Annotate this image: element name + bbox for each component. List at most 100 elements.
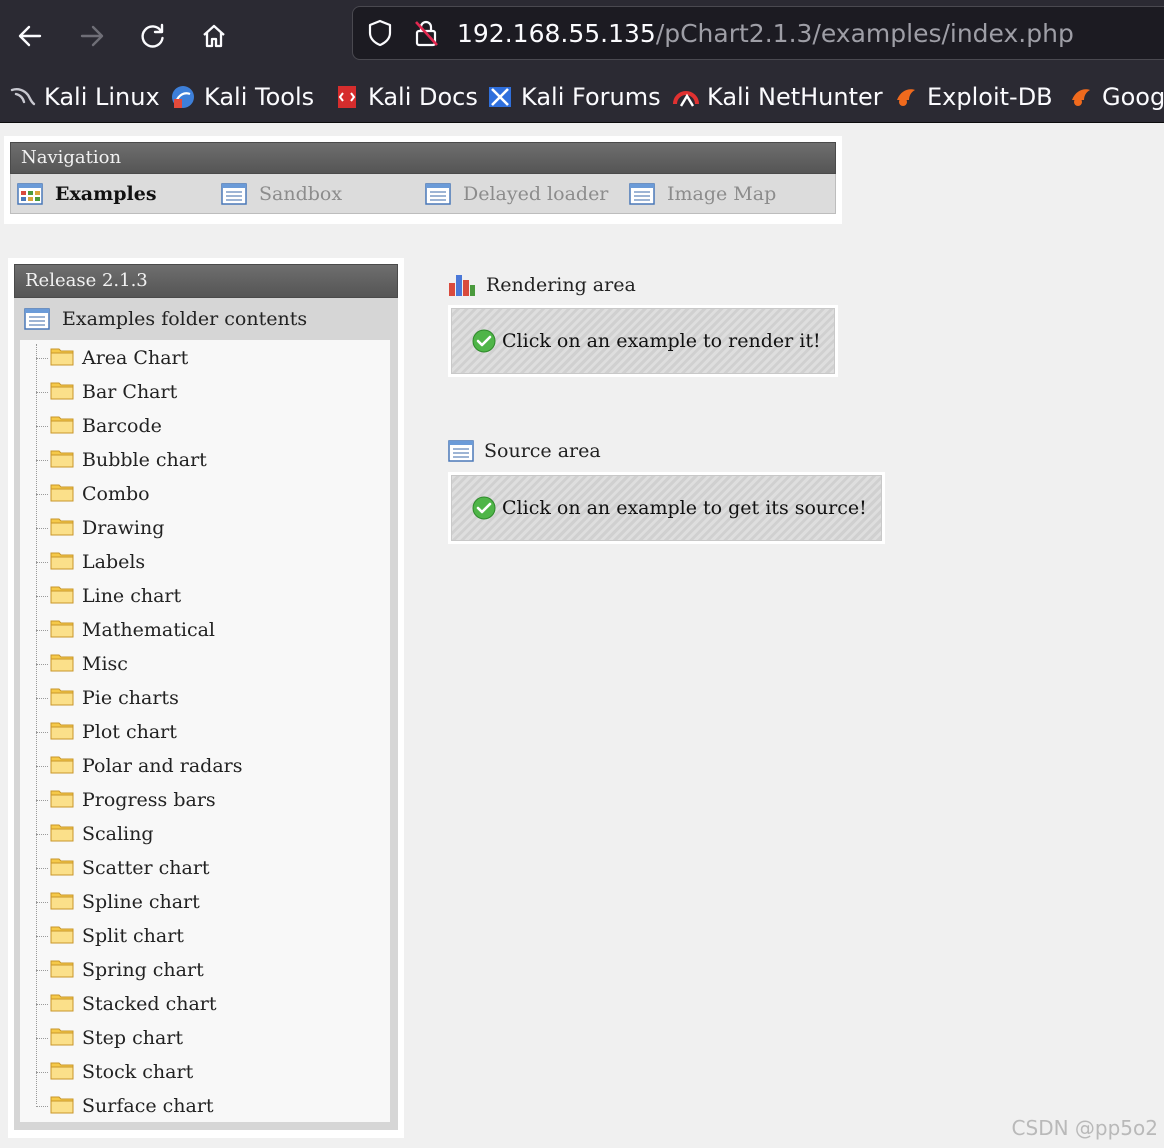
tree-item[interactable]: Split chart [36,919,376,953]
tree-item[interactable]: Drawing [36,511,376,545]
tracking-shield-icon[interactable] [367,19,393,47]
release-header: Release 2.1.3 [14,264,398,298]
bar-chart-icon [449,275,475,296]
back-button[interactable] [8,14,52,58]
tree-connector [36,799,48,801]
folder-icon [50,1094,74,1119]
tree-item[interactable]: Pie charts [36,681,376,715]
bookmark-kali-forums[interactable]: Kali Forums [487,80,661,114]
tree-connector [36,765,48,767]
url-host: 192.168.55.135 [457,19,656,48]
tree-connector [36,1071,48,1073]
folder-icon [50,618,74,643]
tree-item-label: Plot chart [82,721,177,743]
folder-icon [50,890,74,915]
tree-item-label: Step chart [82,1027,184,1049]
rendering-area: Click on an example to render it! [448,305,838,377]
bookmarks-toolbar: Kali Linux Kali Tools Kali Docs Kali For… [0,72,1164,123]
tree-item-label: Split chart [82,925,184,947]
tree-connector [36,731,48,733]
tree-connector [36,1037,48,1039]
tree-item[interactable]: Spring chart [36,953,376,987]
forward-button[interactable] [70,14,114,58]
folder-icon [50,924,74,949]
folder-icon [50,958,74,983]
bookmark-google-hacking-db[interactable]: Goog [1068,80,1164,114]
tree-connector [36,901,48,903]
tree-connector [36,527,48,529]
tree-connector [36,629,48,631]
nav-item-image-map[interactable]: Image Map [629,180,776,208]
reload-button[interactable] [131,14,175,58]
bookmark-kali-docs[interactable]: Kali Docs [334,80,478,114]
kali-forums-icon [489,87,511,107]
bookmark-kali-nethunter[interactable]: Kali NetHunter [673,80,883,114]
bookmark-label: Exploit-DB [927,83,1053,111]
folder-icon [50,720,74,745]
nav-item-sandbox[interactable]: Sandbox [221,180,342,208]
url-path: /pChart2.1.3/examples/index.php [655,19,1074,48]
navigation-menu: Examples Sandbox Delayed loader Image Ma… [10,174,836,214]
examples-grid-icon [17,183,43,205]
folder-icon [50,1026,74,1051]
folder-icon [50,584,74,609]
bookmark-exploit-db[interactable]: Exploit-DB [893,80,1053,114]
release-panel: Release 2.1.3 Examples folder contents A… [8,258,404,1138]
tree-connector [36,561,48,563]
folder-icon [50,380,74,405]
tree-item[interactable]: Stacked chart [36,987,376,1021]
tree-item[interactable]: Barcode [36,409,376,443]
bookmark-kali-linux[interactable]: Kali Linux [10,80,160,114]
address-bar[interactable]: 192.168.55.135/pChart2.1.3/examples/inde… [352,6,1164,60]
url-text[interactable]: 192.168.55.135/pChart2.1.3/examples/inde… [457,19,1074,48]
tree-connector [36,867,48,869]
home-icon [203,24,225,48]
list-window-icon [448,440,474,462]
tree-item-label: Spline chart [82,891,200,913]
tree-item-label: Labels [82,551,146,573]
tree-item[interactable]: Plot chart [36,715,376,749]
tree-item[interactable]: Scaling [36,817,376,851]
folder-icon [50,346,74,371]
tree-item[interactable]: Spline chart [36,885,376,919]
tree-connector [36,1105,48,1107]
bookmark-label: Kali NetHunter [707,83,883,111]
tree-item[interactable]: Surface chart [36,1089,376,1122]
examples-tree: Area Chart Bar Chart Barcode Bubble chart Co… [20,340,390,1122]
tree-item[interactable]: Polar and radars [36,749,376,783]
folder-icon [50,686,74,711]
tree-item-label: Stacked chart [82,993,217,1015]
tree-item[interactable]: Combo [36,477,376,511]
tree-item[interactable]: Scatter chart [36,851,376,885]
tree-item[interactable]: Bubble chart [36,443,376,477]
tree-item[interactable]: Bar Chart [36,375,376,409]
tree-item[interactable]: Line chart [36,579,376,613]
tree-item[interactable]: Mathematical [36,613,376,647]
tree-connector [36,493,48,495]
nav-item-delayed-loader[interactable]: Delayed loader [425,180,608,208]
bookmark-label: Goog [1102,83,1164,111]
kali-nethunter-icon [673,91,699,107]
rendering-area-hint: Click on an example to render it! [451,308,835,374]
tree-item-label: Pie charts [82,687,179,709]
back-arrow-icon [18,25,42,47]
home-button[interactable] [192,14,236,58]
tree-item[interactable]: Area Chart [36,341,376,375]
exploit-db-icon [897,89,915,106]
tree-item[interactable]: Step chart [36,1021,376,1055]
navigation-panel: Navigation Examples Sandbox Delayed load… [4,136,842,224]
tree-item-label: Line chart [82,585,182,607]
nav-item-examples[interactable]: Examples [17,180,157,208]
tree-item[interactable]: Progress bars [36,783,376,817]
list-window-icon [24,308,50,330]
tree-item[interactable]: Misc [36,647,376,681]
insecure-lock-icon[interactable] [413,19,439,47]
examples-folder-header[interactable]: Examples folder contents [14,298,398,340]
source-area-title: Source area [448,437,601,465]
source-area-label: Source area [484,440,601,462]
tree-item-label: Area Chart [82,347,189,369]
bookmark-kali-tools[interactable]: Kali Tools [170,80,314,114]
tree-item[interactable]: Labels [36,545,376,579]
tree-item[interactable]: Stock chart [36,1055,376,1089]
nav-item-label: Image Map [667,183,777,205]
